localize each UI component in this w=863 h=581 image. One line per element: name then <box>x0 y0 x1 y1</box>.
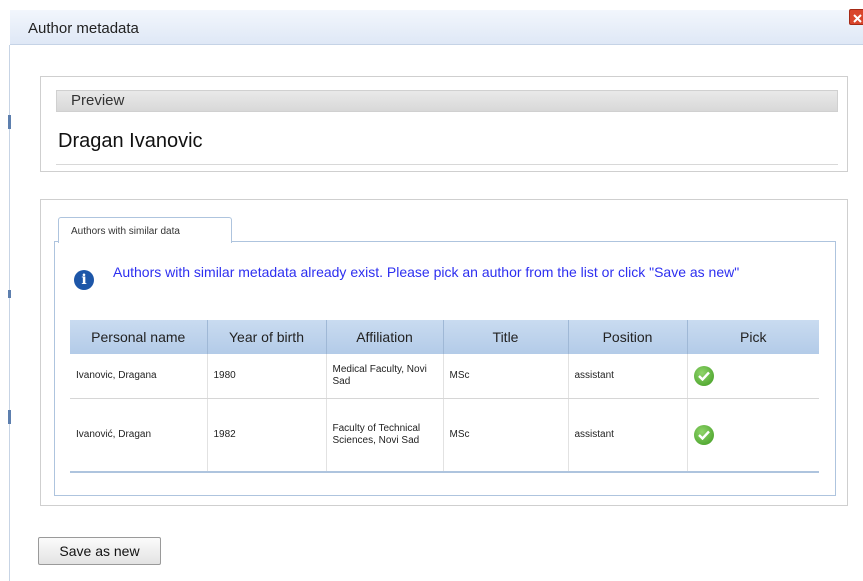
tab-authors-with-similar-data[interactable]: Authors with similar data <box>58 217 232 243</box>
column-header-year-of-birth[interactable]: Year of birth <box>207 320 327 354</box>
check-icon[interactable] <box>693 424 714 445</box>
column-header-affiliation[interactable]: Affiliation <box>326 320 444 354</box>
info-icon: i <box>74 270 94 290</box>
save-as-new-button[interactable]: Save as new <box>38 537 161 565</box>
check-icon[interactable] <box>693 365 714 386</box>
similar-authors-panel: i Authors with similar metadata already … <box>40 199 848 506</box>
cell-position: assistant <box>568 354 688 399</box>
cell-affiliation: Medical Faculty, Novi Sad <box>326 354 444 399</box>
cell-position: assistant <box>568 398 688 473</box>
dialog-title: Author metadata <box>28 20 139 37</box>
dialog-titlebar: Author metadata <box>10 10 863 45</box>
preview-panel: Preview Dragan Ivanovic <box>40 76 848 172</box>
dialog-left-border <box>8 45 11 581</box>
close-icon[interactable] <box>849 9 863 25</box>
column-header-title[interactable]: Title <box>443 320 569 354</box>
cell-pick <box>687 398 819 473</box>
similar-authors-message: Authors with similar metadata already ex… <box>113 264 740 280</box>
similar-authors-tab-body: i Authors with similar metadata already … <box>54 241 836 496</box>
cell-title: MSc <box>443 398 569 473</box>
preview-header-label: Preview <box>71 92 125 109</box>
cell-affiliation: Faculty of Technical Sciences, Novi Sad <box>326 398 444 473</box>
column-header-personal-name[interactable]: Personal name <box>70 320 208 354</box>
cell-year-of-birth: 1980 <box>207 354 327 399</box>
cell-pick <box>687 354 819 399</box>
table-row[interactable]: Ivanovic, Dragana 1980 Medical Faculty, … <box>70 354 819 399</box>
table-row[interactable]: Ivanović, Dragan 1982 Faculty of Technic… <box>70 398 819 473</box>
preview-author-name: Dragan Ivanovic <box>58 130 203 152</box>
cell-personal-name: Ivanović, Dragan <box>70 398 208 473</box>
preview-divider <box>56 164 838 165</box>
cell-title: MSc <box>443 354 569 399</box>
cell-year-of-birth: 1982 <box>207 398 327 473</box>
cell-personal-name: Ivanovic, Dragana <box>70 354 208 399</box>
column-header-pick[interactable]: Pick <box>687 320 819 354</box>
column-header-position[interactable]: Position <box>568 320 688 354</box>
similar-authors-table: Personal name Year of birth Affiliation … <box>70 320 819 473</box>
preview-header: Preview <box>56 90 838 112</box>
table-header-row: Personal name Year of birth Affiliation … <box>70 320 819 354</box>
